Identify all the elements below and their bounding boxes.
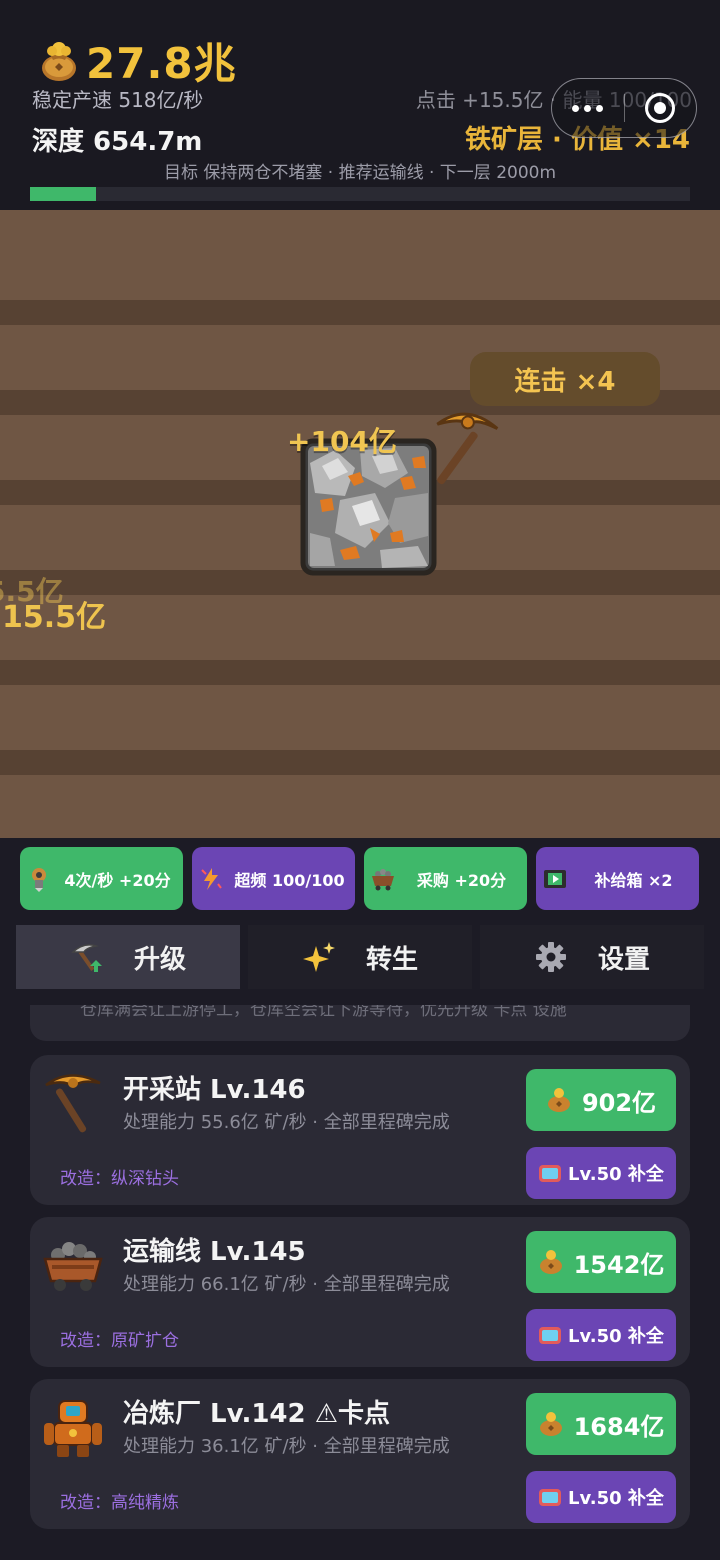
- tab-upgrade[interactable]: 升级: [16, 925, 240, 989]
- close-miniprogram-button[interactable]: [625, 79, 697, 137]
- ad-complete-button[interactable]: Lv.50 补全: [526, 1309, 676, 1361]
- facility-desc: 处理能力 55.6亿 矿/秒 · 全部里程碑完成: [123, 1112, 450, 1133]
- tip-card: 仓库满会让上游停工，仓库空会让下游等待，优先升级 卡点 设施: [30, 1005, 690, 1041]
- ad-label: Lv.50 补全: [568, 1488, 664, 1509]
- tab-label: 转生: [365, 944, 418, 975]
- cost-label: 1542亿: [573, 1250, 665, 1279]
- rock-stripe: [0, 750, 720, 775]
- tab-settings[interactable]: 设置: [480, 925, 704, 989]
- depth-progress-bar: [30, 187, 690, 201]
- boost-label: 补给箱 ×2: [594, 870, 673, 890]
- cost-label: 1684亿: [573, 1412, 665, 1441]
- tip-text: 仓库满会让上游停工，仓库空会让下游等待，优先升级 卡点 设施: [80, 1005, 567, 1020]
- upgrade-cost-button[interactable]: 1542亿: [526, 1231, 676, 1293]
- cost-label: 902亿: [581, 1088, 657, 1117]
- supply-box-button[interactable]: 补给箱 ×2: [536, 847, 699, 910]
- boost-row: 4次/秒 +20分 超频 100/100 采购 +20分 补给箱 ×2: [20, 847, 700, 910]
- facility-card-smelter: 冶炼厂 Lv.142 ⚠卡点 处理能力 36.1亿 矿/秒 · 全部里程碑完成 …: [30, 1379, 690, 1529]
- boost-label: 4次/秒 +20分: [64, 870, 171, 890]
- facility-card-mining: 开采站 Lv.146 处理能力 55.6亿 矿/秒 · 全部里程碑完成 改造：纵…: [30, 1055, 690, 1205]
- robot-icon: [44, 1400, 102, 1457]
- facility-desc: 处理能力 36.1亿 矿/秒 · 全部里程碑完成: [123, 1436, 450, 1457]
- mine-cart-icon: [372, 868, 394, 890]
- combo-badge: 连击 ×4: [470, 352, 660, 406]
- facility-title: 冶炼厂 Lv.142 ⚠卡点: [123, 1399, 390, 1429]
- depth-readout: 深度 654.7m: [32, 127, 203, 157]
- lightning-icon: [201, 867, 222, 890]
- goal-text: 目标 保持两仓不堵塞 · 推荐运输线 · 下一层 2000m: [163, 163, 557, 183]
- more-dots-icon: [572, 104, 580, 112]
- tab-label: 升级: [133, 944, 186, 975]
- gear-icon: [535, 942, 566, 972]
- tv-icon: [539, 1165, 562, 1182]
- tab-bar: 升级 转生 设置: [16, 925, 704, 989]
- boost-label: 超频 100/100: [234, 870, 345, 890]
- ad-label: Lv.50 补全: [568, 1164, 664, 1185]
- facility-mod-link[interactable]: 改造：高纯精炼: [60, 1488, 179, 1513]
- ore-cart-icon: [43, 1242, 103, 1291]
- purchase-boost-button[interactable]: 采购 +20分: [364, 847, 527, 910]
- more-menu-button[interactable]: [552, 79, 624, 137]
- miniprogram-capsule: [551, 78, 697, 138]
- coin-balance: 27.8兆: [38, 30, 237, 91]
- facility-desc: 处理能力 66.1亿 矿/秒 · 全部里程碑完成: [123, 1274, 450, 1295]
- facility-title: 运输线 Lv.145: [123, 1237, 306, 1267]
- ad-complete-button[interactable]: Lv.50 补全: [526, 1471, 676, 1523]
- facility-card-transport: 运输线 Lv.145 处理能力 66.1亿 矿/秒 · 全部里程碑完成 改造：原…: [30, 1217, 690, 1367]
- sparkle-icon: [302, 942, 335, 972]
- rock-stripe: [0, 660, 720, 685]
- rock-stripe: [0, 300, 720, 325]
- ad-complete-button[interactable]: Lv.50 补全: [526, 1147, 676, 1199]
- tv-icon: [539, 1327, 562, 1344]
- tab-label: 设置: [597, 944, 650, 975]
- coin-bag-icon: [547, 1088, 570, 1112]
- auto-tap-boost-button[interactable]: 4次/秒 +20分: [20, 847, 183, 910]
- facility-title: 开采站 Lv.146: [123, 1075, 306, 1105]
- mine-shaft[interactable]: 连击 ×4 +104亿 5.5亿 15.5亿: [0, 210, 720, 838]
- pickaxe-tool-icon: [436, 412, 499, 485]
- coin-bag-icon: [42, 41, 76, 81]
- coin-bag-icon: [539, 1412, 562, 1436]
- upgrade-list[interactable]: 仓库满会让上游停工，仓库空会让下游等待，优先升级 卡点 设施 开采站 Lv.14…: [0, 1005, 720, 1560]
- tv-icon: [539, 1489, 562, 1506]
- upgrade-cost-button[interactable]: 1684亿: [526, 1393, 676, 1455]
- video-icon: [544, 869, 566, 888]
- ad-label: Lv.50 补全: [568, 1326, 664, 1347]
- floating-gain-text: +104亿: [287, 425, 397, 458]
- facility-mod-link[interactable]: 改造：原矿扩仓: [60, 1326, 179, 1351]
- coin-amount: 27.8兆: [86, 39, 237, 88]
- boost-label: 采购 +20分: [416, 870, 507, 890]
- depth-progress-fill: [30, 187, 96, 201]
- pickaxe-upgrade-icon: [71, 944, 102, 972]
- overclock-boost-button[interactable]: 超频 100/100: [192, 847, 355, 910]
- pickaxe-icon: [45, 1074, 101, 1133]
- facility-mod-link[interactable]: 改造：纵深钻头: [60, 1164, 179, 1189]
- tab-rebirth[interactable]: 转生: [248, 925, 472, 989]
- close-target-icon: [645, 93, 676, 123]
- drill-robot-icon: [32, 867, 46, 892]
- floating-gain-side: 15.5亿: [2, 600, 107, 635]
- production-rate: 稳定产速 518亿/秒: [32, 88, 204, 112]
- upgrade-cost-button[interactable]: 902亿: [526, 1069, 676, 1131]
- coin-bag-icon: [539, 1250, 562, 1274]
